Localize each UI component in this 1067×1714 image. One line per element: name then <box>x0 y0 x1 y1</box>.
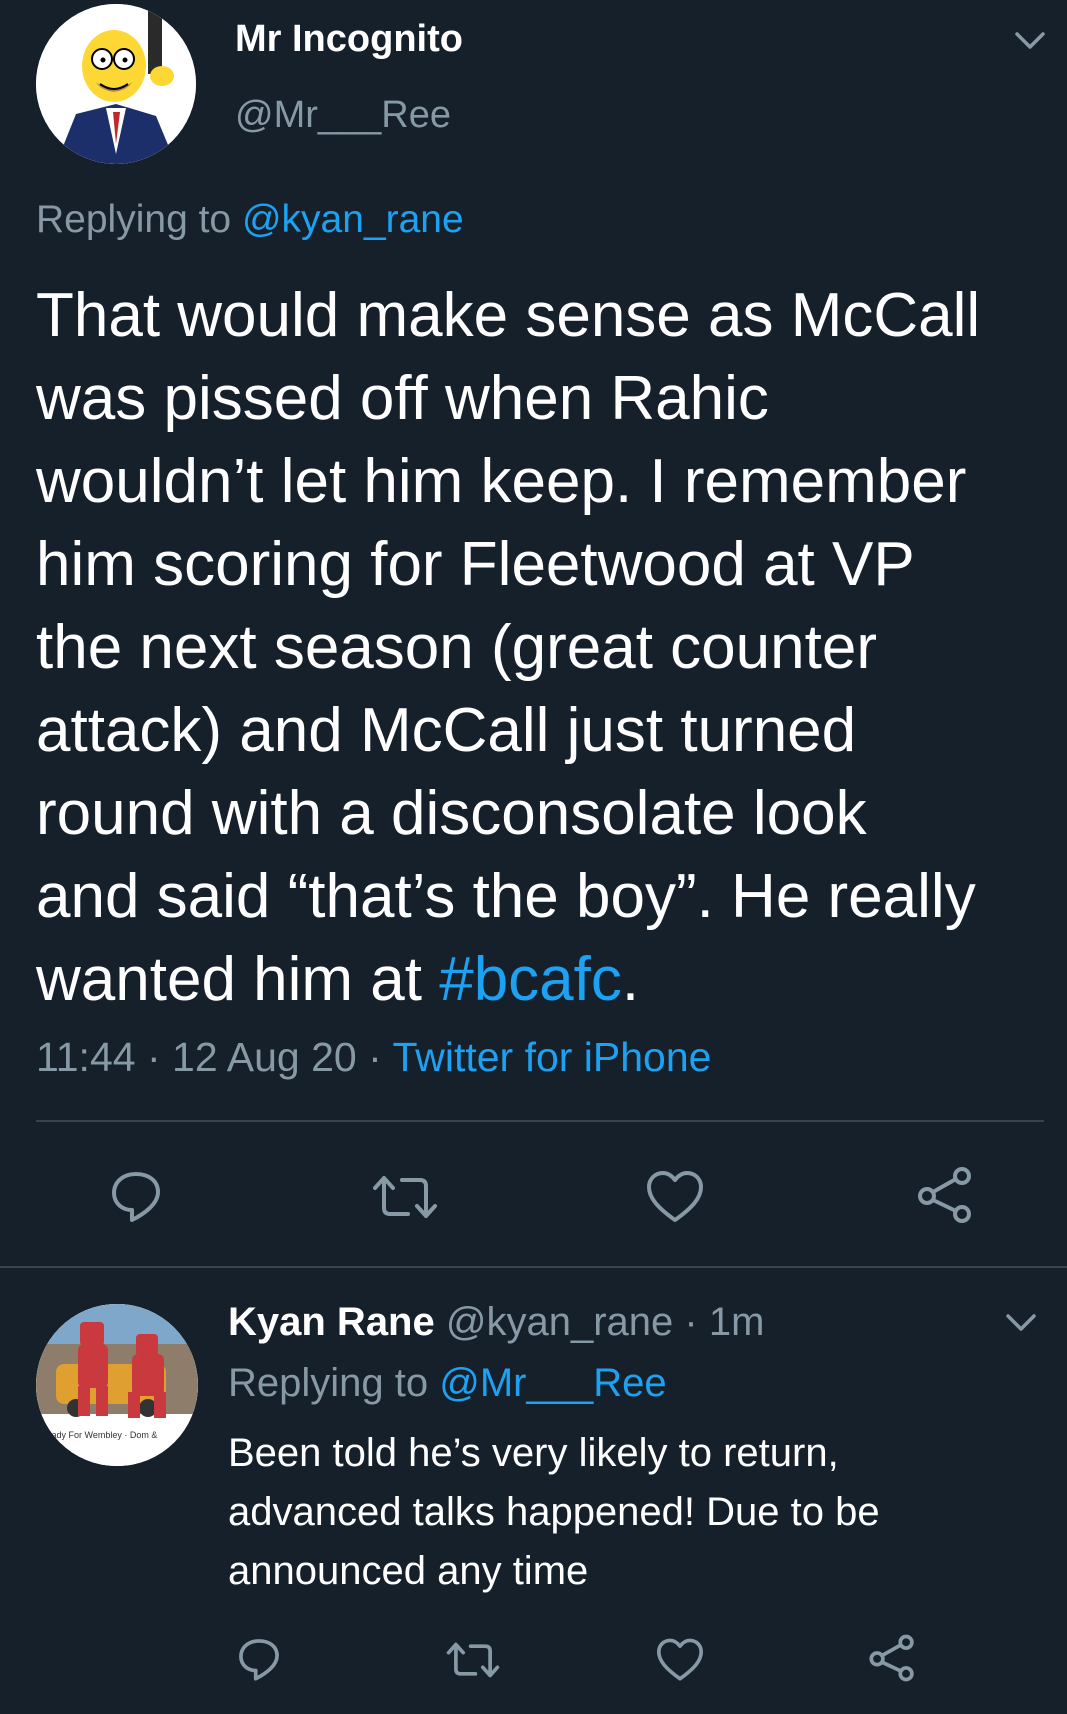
tweet-source-link[interactable]: Twitter for iPhone <box>392 1034 711 1080</box>
tweet-text-line: attack) and McCall just turned <box>36 696 857 765</box>
reply-button[interactable] <box>236 1636 282 1682</box>
divider <box>0 1266 1067 1268</box>
share-button[interactable] <box>916 1166 974 1224</box>
cartoon-avatar-icon <box>36 4 196 164</box>
photo-avatar-icon <box>36 1304 198 1466</box>
display-name[interactable]: Mr Incognito <box>235 18 463 61</box>
chevron-down-icon[interactable] <box>1004 1310 1038 1336</box>
avatar[interactable] <box>36 4 196 164</box>
tweet-text: Been told he’s very likely to return, ad… <box>228 1424 880 1601</box>
share-icon <box>918 1167 971 1223</box>
replying-handle-link[interactable]: @kyan_rane <box>242 198 464 241</box>
like-icon <box>656 1638 704 1681</box>
chevron-down-icon[interactable] <box>1013 28 1047 54</box>
tweet-text-fragment: wanted him at <box>36 945 440 1014</box>
tweet-text-fragment: . <box>621 945 640 1014</box>
tweet-age[interactable]: 1m <box>709 1300 765 1344</box>
share-button[interactable] <box>868 1634 916 1682</box>
tweet-text-line: That would make sense as McCall <box>36 281 981 350</box>
handle[interactable]: @Mr___Ree <box>235 94 451 137</box>
reply-icon <box>112 1172 160 1222</box>
handle[interactable]: @kyan_rane <box>446 1300 673 1344</box>
replying-handle-link[interactable]: @Mr___Ree <box>439 1361 666 1405</box>
avatar-caption: Ready For Wembley · Dom & <box>40 1430 158 1440</box>
share-icon <box>869 1634 914 1682</box>
tweet-text-line: announced any time <box>228 1549 589 1593</box>
separator: · <box>368 1034 382 1080</box>
divider <box>36 1120 1044 1122</box>
separator: · <box>146 1034 161 1080</box>
tweet-date: 12 Aug 20 <box>172 1034 357 1080</box>
replying-prefix: Replying to <box>36 198 232 241</box>
reply-icon <box>239 1639 279 1681</box>
tweet-time: 11:44 <box>36 1034 136 1080</box>
avatar[interactable]: Ready For Wembley · Dom & <box>36 1304 198 1466</box>
tweet-text-line: advanced talks happened! Due to be <box>228 1490 880 1534</box>
retweet-button[interactable] <box>446 1638 500 1682</box>
tweet-text-line: Been told he’s very likely to return, <box>228 1431 839 1475</box>
reply-header: Kyan Rane @kyan_rane · 1m <box>228 1300 764 1345</box>
tweet-text-line: round with a disconsolate look <box>36 779 867 848</box>
tweet-text-line: wanted him at #bcafc. <box>36 938 1056 1021</box>
tweet-text-line: wouldn’t let him keep. I remember <box>36 447 967 516</box>
tweet-text-line: was pissed off when Rahic <box>36 364 769 433</box>
separator: · <box>684 1300 698 1344</box>
replying-to: Replying to @kyan_rane <box>36 198 464 242</box>
like-button[interactable] <box>656 1638 704 1682</box>
tweet-text-line: him scoring for Fleetwood at VP <box>36 530 915 599</box>
replying-to: Replying to @Mr___Ree <box>228 1361 667 1406</box>
retweet-icon <box>373 1176 437 1218</box>
tweet-text-line: the next season (great counter <box>36 613 877 682</box>
tweet-text: That would make sense as McCall was piss… <box>36 274 1056 1021</box>
like-button[interactable] <box>646 1170 704 1224</box>
hashtag-link[interactable]: #bcafc <box>439 945 622 1014</box>
replying-prefix: Replying to <box>228 1361 429 1405</box>
tweet-metadata: 11:44 · 12 Aug 20 · Twitter for iPhone <box>36 1034 711 1081</box>
retweet-button[interactable] <box>372 1170 438 1224</box>
reply-button[interactable] <box>108 1168 164 1224</box>
like-icon <box>647 1171 703 1222</box>
retweet-icon <box>446 1642 500 1678</box>
tweet-text-line: and said “that’s the boy”. He really <box>36 862 976 931</box>
display-name[interactable]: Kyan Rane <box>228 1300 435 1344</box>
